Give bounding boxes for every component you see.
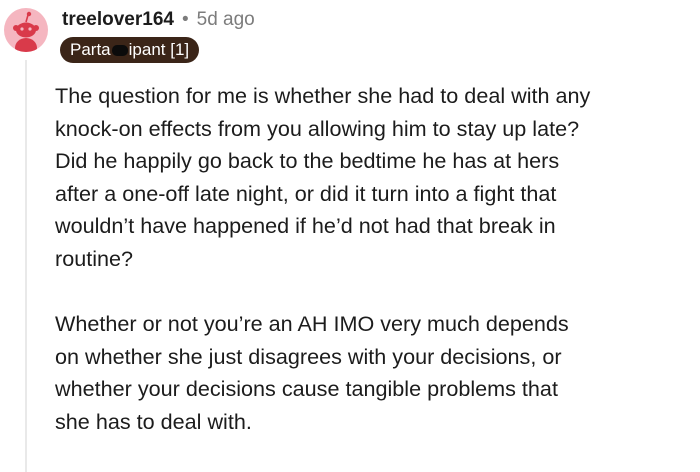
snoo-avatar-icon: [13, 11, 39, 52]
comment-body: The question for me is whether she had t…: [55, 80, 700, 439]
comment: treelover164 • 5d ago Parta ipant [1] The…: [0, 0, 700, 472]
thread-line[interactable]: [25, 60, 27, 472]
redaction-mark: [111, 45, 128, 57]
meta-separator: •: [181, 9, 189, 30]
flair-text-start: Parta: [70, 40, 111, 59]
comment-paragraph: Whether or not you’re an AH IMO very muc…: [55, 311, 569, 434]
user-flair: Parta ipant [1]: [60, 37, 200, 63]
username-link[interactable]: treelover164: [62, 9, 174, 31]
comment-meta: treelover164 • 5d ago: [62, 6, 255, 34]
flair-text-end: ipant [1]: [128, 40, 190, 59]
comment-paragraph: The question for me is whether she had t…: [55, 83, 591, 271]
user-avatar[interactable]: [4, 8, 48, 52]
timestamp: 5d ago: [196, 9, 255, 30]
